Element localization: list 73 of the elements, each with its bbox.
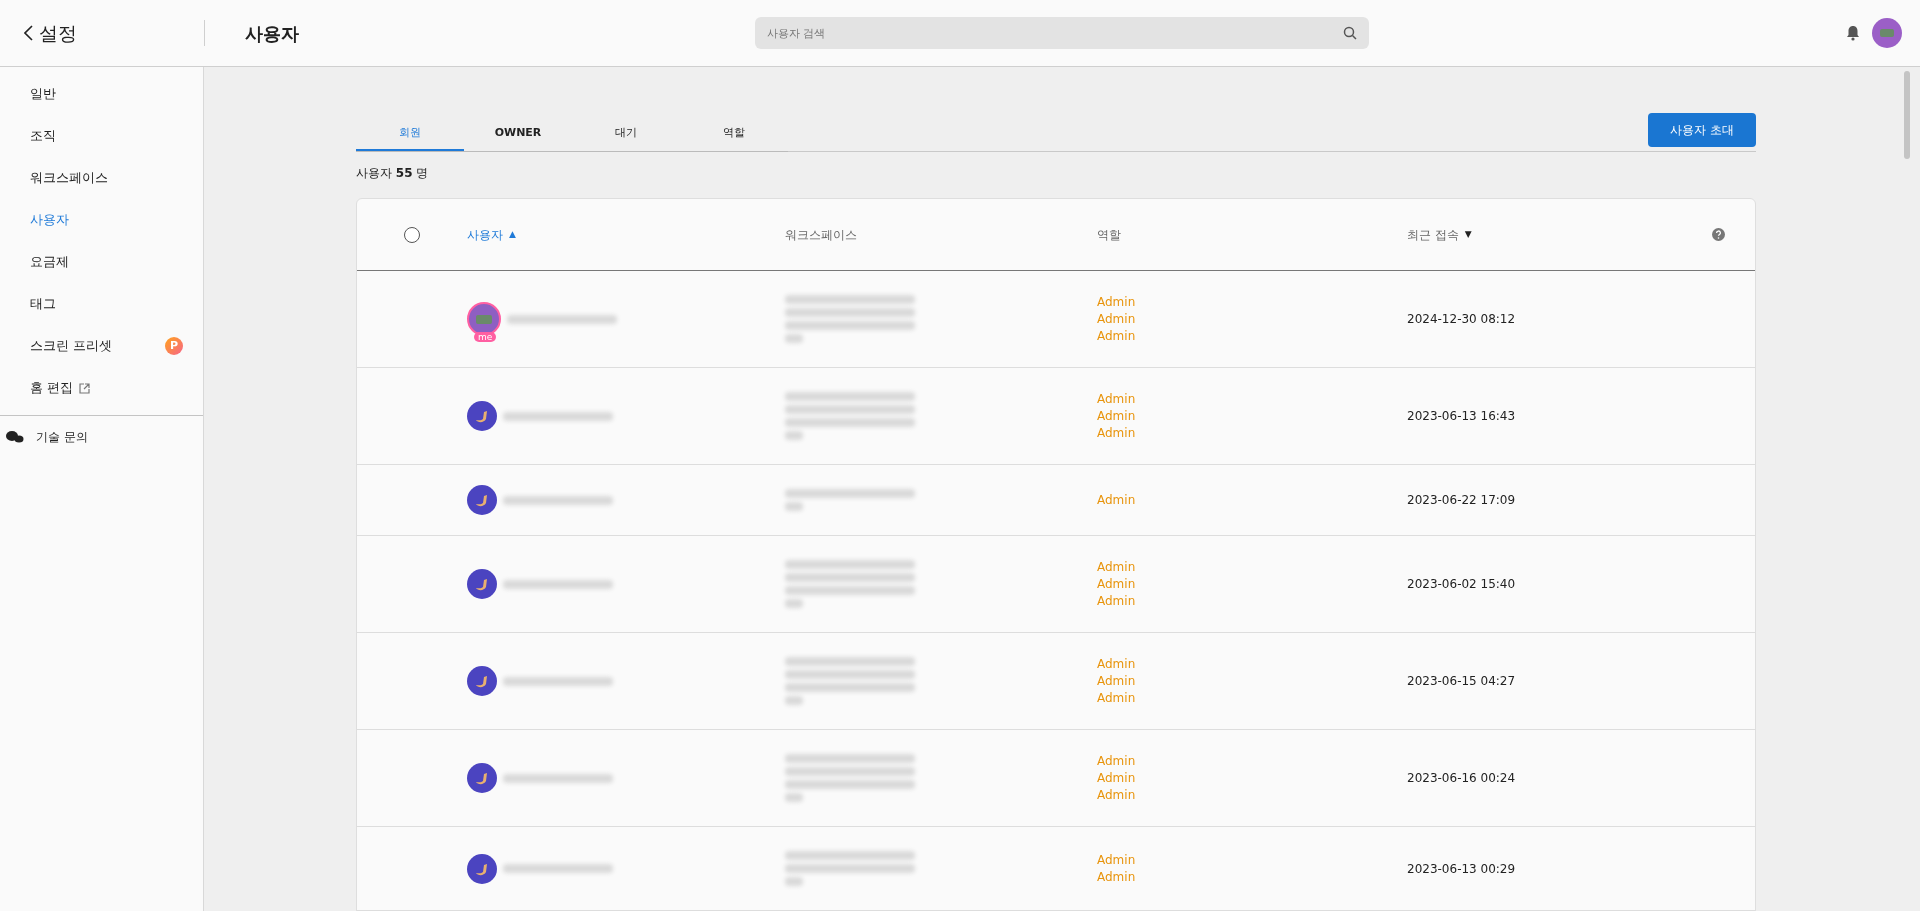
back-link[interactable]: 설정	[39, 18, 77, 48]
column-header[interactable]: 최근 접속	[1407, 225, 1459, 244]
role-text: Admin	[1097, 390, 1137, 408]
avatar[interactable]	[1872, 18, 1902, 48]
redacted-text	[785, 431, 803, 440]
external-link-icon[interactable]	[79, 382, 91, 394]
redacted-text	[785, 696, 803, 705]
user-count: 사용자 55 명	[356, 165, 430, 182]
role-text: Admin	[1097, 851, 1137, 869]
role-text: Admin	[1097, 752, 1137, 770]
help-icon[interactable]	[1712, 228, 1725, 241]
sidebar-item[interactable]: 사용자	[30, 210, 69, 230]
sidebar-item[interactable]: 조직	[30, 126, 56, 146]
role-text: Admin	[1097, 672, 1137, 690]
sidebar-item[interactable]: 워크스페이스	[30, 168, 108, 188]
sidebar-item[interactable]: 태그	[30, 294, 56, 314]
last-access-date: 2023-06-02 15:40	[1407, 577, 1516, 591]
sidebar-item[interactable]: 요금제	[30, 252, 69, 272]
avatar	[467, 485, 497, 515]
sort-arrow[interactable]: ▲	[509, 227, 516, 242]
redacted-text	[785, 334, 803, 343]
role-text: Admin	[1097, 575, 1137, 593]
sidebar-item[interactable]: 홈 편집	[30, 378, 74, 398]
role-text: Admin	[1097, 407, 1137, 425]
avatar	[467, 401, 497, 431]
role-text: Admin	[1097, 327, 1137, 345]
role-text: Admin	[1097, 424, 1137, 442]
column-header[interactable]: 역할	[1097, 225, 1121, 244]
support-link[interactable]: 기술 문의	[36, 428, 88, 446]
tab[interactable]: OWNER	[464, 116, 572, 151]
tab[interactable]: 대기	[572, 116, 680, 151]
last-access-date: 2023-06-22 17:09	[1407, 493, 1516, 507]
redacted-text	[785, 793, 803, 802]
sidebar-item[interactable]: 일반	[30, 84, 56, 104]
last-access-date: 2023-06-13 00:29	[1407, 861, 1516, 876]
last-access-date: 2023-06-16 00:24	[1407, 771, 1516, 785]
back-chevron-icon[interactable]	[24, 25, 33, 41]
search-icon[interactable]	[1343, 26, 1357, 40]
role-text: Admin	[1097, 558, 1137, 576]
avatar	[467, 666, 497, 696]
page-title: 사용자	[244, 21, 300, 46]
search-field[interactable]: 사용자 검색	[755, 17, 1369, 49]
role-text: Admin	[1097, 491, 1137, 509]
last-access-date: 2023-06-13 16:43	[1407, 409, 1516, 423]
scrollbar-thumb[interactable]	[1904, 71, 1910, 159]
role-text: Admin	[1097, 769, 1137, 787]
tab[interactable]: 회원	[356, 116, 464, 151]
column-header[interactable]: 워크스페이스	[785, 225, 857, 244]
sort-arrow[interactable]: ▼	[1464, 227, 1472, 242]
last-access-date: 2024-12-30 08:12	[1407, 312, 1516, 326]
chat-bubbles-icon	[6, 431, 24, 443]
role-text: Admin	[1097, 592, 1137, 610]
me-badge: me	[474, 332, 497, 342]
column-header[interactable]: 사용자	[467, 225, 503, 244]
last-access-date: 2023-06-15 04:27	[1407, 674, 1516, 688]
redacted-text	[785, 877, 803, 886]
role-text: Admin	[1097, 655, 1137, 673]
select-all-checkbox[interactable]	[404, 226, 420, 243]
tab[interactable]: 역할	[680, 116, 788, 151]
invite-user-button[interactable]: 사용자 초대	[1648, 113, 1756, 147]
role-text: Admin	[1097, 293, 1137, 311]
plan-badge: P	[165, 337, 183, 355]
avatar	[467, 853, 497, 884]
redacted-text	[785, 599, 803, 608]
role-text: Admin	[1097, 689, 1137, 707]
avatar	[467, 569, 497, 599]
avatar	[467, 763, 497, 793]
role-text: Admin	[1097, 786, 1137, 804]
redacted-text	[785, 502, 803, 511]
sidebar-item[interactable]: 스크린 프리셋	[30, 336, 113, 356]
role-text: Admin	[1097, 310, 1137, 328]
bell-icon[interactable]	[1846, 25, 1860, 41]
role-text: Admin	[1097, 868, 1137, 886]
